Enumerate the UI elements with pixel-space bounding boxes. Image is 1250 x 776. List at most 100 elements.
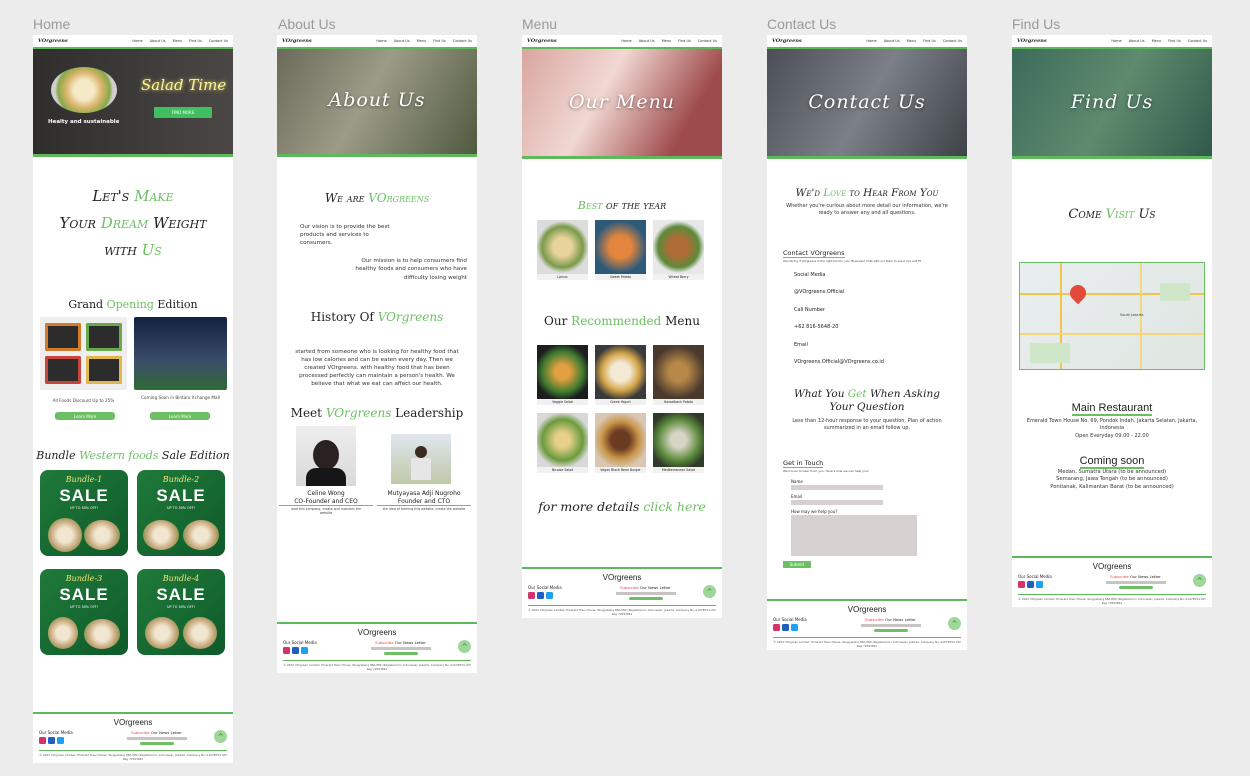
email-input[interactable] <box>791 500 883 505</box>
rec-item-2[interactable]: Greek Yogurt <box>595 345 646 405</box>
contact-frame: VOrgreens Home About Us Menu Find Us Con… <box>767 35 967 650</box>
footer: VOrgreens Our Social Media Subscribe Our… <box>522 567 722 618</box>
facebook-icon[interactable] <box>292 647 299 654</box>
rec-item-4[interactable]: Nicoise Salad <box>537 413 588 473</box>
bundle-card-3[interactable]: Bundle-3 SALE UP TO 30% OFF! <box>40 569 128 655</box>
rec-item-1[interactable]: Veggie Salad <box>537 345 588 405</box>
subscribe-button[interactable] <box>628 597 663 600</box>
nav-home[interactable]: Home <box>1111 39 1121 43</box>
newsletter-input[interactable] <box>615 592 676 595</box>
facebook-icon[interactable] <box>537 592 544 599</box>
nav-contact[interactable]: Contact Us <box>1188 39 1207 43</box>
subscribe-button[interactable] <box>873 629 908 632</box>
contact-hero: Contact Us <box>767 49 967 159</box>
scroll-top-icon[interactable]: ^ <box>1193 574 1206 587</box>
salad-bowl-image <box>51 67 117 113</box>
nav-about[interactable]: About Us <box>884 39 900 43</box>
nav-find[interactable]: Find Us <box>678 39 691 43</box>
find-hero-title: Find Us <box>1070 91 1154 113</box>
scroll-top-icon[interactable]: ^ <box>458 640 471 653</box>
instagram-icon[interactable] <box>773 624 780 631</box>
location-map[interactable]: South Jakarta <box>1019 262 1205 370</box>
nav-menu[interactable]: Menu <box>1152 39 1162 43</box>
newsletter-input[interactable] <box>370 647 431 650</box>
nav-find[interactable]: Find Us <box>1168 39 1181 43</box>
touch-title: Get in Touch <box>783 459 824 468</box>
nav-find[interactable]: Find Us <box>433 39 446 43</box>
scroll-top-icon[interactable]: ^ <box>214 730 227 743</box>
rec-item-5[interactable]: Vegan Black Bean Burger <box>595 413 646 473</box>
best-item-2[interactable]: Sweet Potato <box>595 220 646 280</box>
instagram-icon[interactable] <box>39 737 46 744</box>
nav-menu[interactable]: Menu <box>173 39 183 43</box>
love-title: We'd Love to Hear From You <box>795 187 939 199</box>
message-textarea[interactable] <box>791 515 917 556</box>
learn-more-button-2[interactable]: Learn More <box>150 412 210 420</box>
facebook-icon[interactable] <box>782 624 789 631</box>
nav-find[interactable]: Find Us <box>923 39 936 43</box>
contact-details: Social Media @VOrgreens.Official Call Nu… <box>794 267 967 372</box>
bundle-card-2[interactable]: Bundle-2 SALE UP TO 30% OFF! <box>137 470 225 556</box>
nav-home[interactable]: Home <box>376 39 386 43</box>
nav-about[interactable]: About Us <box>639 39 655 43</box>
rec-item-3[interactable]: Hasselback Potato <box>653 345 704 405</box>
twitter-icon[interactable] <box>57 737 64 744</box>
footer: VOrgreens Our Social Media Subscribe Our… <box>277 622 477 673</box>
logo[interactable]: VOrgreens <box>282 38 376 44</box>
twitter-icon[interactable] <box>1036 581 1043 588</box>
phone-number[interactable]: +62 816-5648-20 <box>794 319 967 337</box>
learn-more-button-1[interactable]: Learn More <box>55 412 115 420</box>
name-input[interactable] <box>791 485 883 490</box>
nav-home[interactable]: Home <box>621 39 631 43</box>
contact-hero-title: Contact Us <box>808 91 926 113</box>
twitter-icon[interactable] <box>301 647 308 654</box>
menu-frame: VOrgreens Home About Us Menu Find Us Con… <box>522 35 722 618</box>
details-link[interactable]: for more details click here <box>522 499 722 514</box>
nav-menu[interactable]: Menu <box>662 39 672 43</box>
instagram-icon[interactable] <box>528 592 535 599</box>
contact-title: Contact VOrgreens <box>783 248 845 258</box>
facebook-icon[interactable] <box>1027 581 1034 588</box>
nav-contact[interactable]: Contact Us <box>698 39 717 43</box>
twitter-icon[interactable] <box>791 624 798 631</box>
subscribe-button[interactable] <box>139 742 174 745</box>
nav-home[interactable]: Home <box>866 39 876 43</box>
nav-menu[interactable]: Menu <box>907 39 917 43</box>
nav-about[interactable]: About Us <box>1129 39 1145 43</box>
find-more-button[interactable]: FIND MORE <box>154 107 212 118</box>
submit-button[interactable]: Submit <box>783 561 811 568</box>
nav-contact[interactable]: Contact Us <box>209 39 228 43</box>
subscribe-button[interactable] <box>383 652 418 655</box>
map-pin-icon[interactable] <box>1066 281 1090 305</box>
nav-contact[interactable]: Contact Us <box>943 39 962 43</box>
instagram-icon[interactable] <box>1018 581 1025 588</box>
social-handle[interactable]: @VOrgreens.Official <box>794 284 967 302</box>
bundle-card-1[interactable]: Bundle-1 SALE UP TO 30% OFF! <box>40 470 128 556</box>
subscribe-button[interactable] <box>1118 586 1153 589</box>
mission-text: Our mission is to help consumers find he… <box>355 258 467 281</box>
newsletter-input[interactable] <box>1105 581 1166 584</box>
twitter-icon[interactable] <box>546 592 553 599</box>
newsletter-input[interactable] <box>860 624 921 627</box>
logo[interactable]: VOrgreens <box>772 38 866 44</box>
email-address[interactable]: VOrgreens.Official@VOrgreens.co.id <box>794 354 967 372</box>
nav-about[interactable]: About Us <box>394 39 410 43</box>
frame-title-find: Find Us <box>1012 16 1061 32</box>
nav-home[interactable]: Home <box>132 39 142 43</box>
nav-contact[interactable]: Contact Us <box>453 39 472 43</box>
newsletter-input[interactable] <box>126 737 187 740</box>
instagram-icon[interactable] <box>283 647 290 654</box>
scroll-top-icon[interactable]: ^ <box>948 617 961 630</box>
bundle-card-4[interactable]: Bundle-4 SALE UP TO 30% OFF! <box>137 569 225 655</box>
best-item-3[interactable]: Wheat Berry <box>653 220 704 280</box>
rec-item-6[interactable]: Mediterranean Salad <box>653 413 704 473</box>
logo[interactable]: VOrgreens <box>38 38 132 44</box>
best-item-1[interactable]: Lpinus <box>537 220 588 280</box>
nav-about[interactable]: About Us <box>150 39 166 43</box>
nav-find[interactable]: Find Us <box>189 39 202 43</box>
facebook-icon[interactable] <box>48 737 55 744</box>
logo[interactable]: VOrgreens <box>527 38 621 44</box>
scroll-top-icon[interactable]: ^ <box>703 585 716 598</box>
nav-menu[interactable]: Menu <box>417 39 427 43</box>
logo[interactable]: VOrgreens <box>1017 38 1111 44</box>
